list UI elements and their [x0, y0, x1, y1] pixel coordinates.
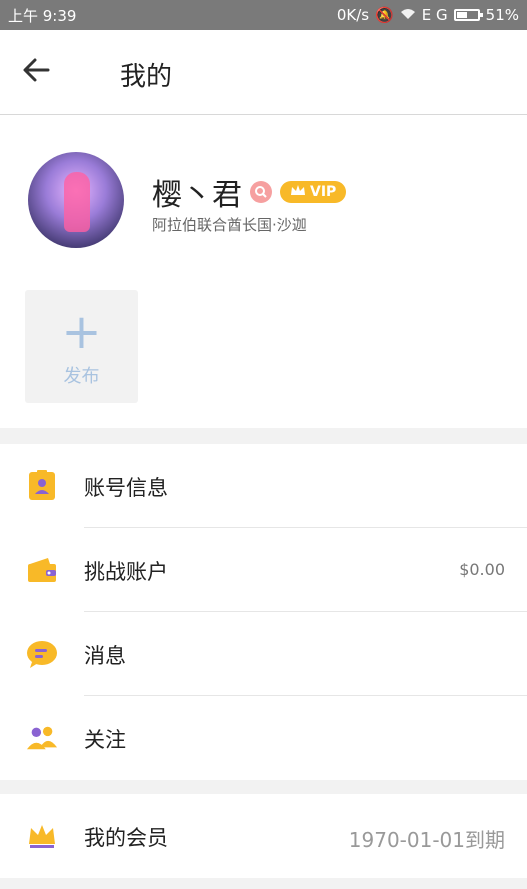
menu-item-challenge-account[interactable]: 挑战账户 $0.00 [0, 528, 527, 612]
section-divider [0, 878, 527, 889]
menu-item-follow[interactable]: 关注 [0, 696, 527, 780]
menu-label-messages: 消息 [84, 644, 126, 668]
vip-badge[interactable]: VIP [280, 181, 347, 203]
people-icon [26, 722, 58, 754]
avatar[interactable] [28, 152, 124, 248]
page-title: 我的 [120, 62, 173, 92]
status-bar: 上午 9:39 0K/s 🔕 E G 51% [0, 0, 527, 30]
vip-label: VIP [310, 184, 337, 200]
menu-item-account-info[interactable]: 账号信息 [0, 444, 527, 528]
wifi-icon [400, 6, 416, 24]
publish-label: 发布 [63, 366, 100, 387]
crown-icon [26, 820, 58, 852]
menu-item-messages[interactable]: 消息 [0, 612, 527, 696]
profile-section: 樱丶君 VIP 阿拉伯联合酋长国·沙迦 [28, 152, 508, 252]
menu-item-membership[interactable]: 我的会员 1970-01-01到期 [0, 794, 527, 878]
search-icon [250, 181, 272, 203]
mute-icon: 🔕 [375, 6, 394, 24]
wallet-icon [26, 554, 58, 586]
publish-button[interactable]: + 发布 [25, 290, 138, 403]
membership-expiry: 1970-01-01到期 [348, 828, 505, 852]
battery-icon [453, 9, 483, 21]
section-divider [0, 428, 527, 444]
arrow-left-icon[interactable] [22, 56, 52, 86]
name-row: 樱丶君 VIP [152, 170, 347, 214]
menu-label-account-info: 账号信息 [84, 476, 168, 500]
chat-bubble-icon [26, 638, 58, 670]
section-divider [0, 780, 527, 794]
signal-text: E G [421, 6, 448, 24]
status-indicators: 0K/s 🔕 E G 51% [337, 6, 519, 24]
menu-label-challenge-account: 挑战账户 [84, 560, 168, 584]
menu-label-follow: 关注 [84, 728, 126, 752]
status-time: 上午 9:39 [8, 6, 77, 25]
crown-icon [290, 184, 306, 200]
plus-icon: + [61, 304, 102, 360]
network-speed: 0K/s [336, 6, 370, 24]
user-name: 樱丶君 [152, 178, 242, 213]
app-header: 我的 [0, 30, 527, 115]
user-location: 阿拉伯联合酋长国·沙迦 [152, 216, 307, 234]
battery-percent: 51% [485, 6, 519, 24]
menu-label-membership: 我的会员 [84, 826, 168, 850]
id-card-icon [26, 470, 58, 502]
challenge-balance: $0.00 [459, 560, 505, 579]
